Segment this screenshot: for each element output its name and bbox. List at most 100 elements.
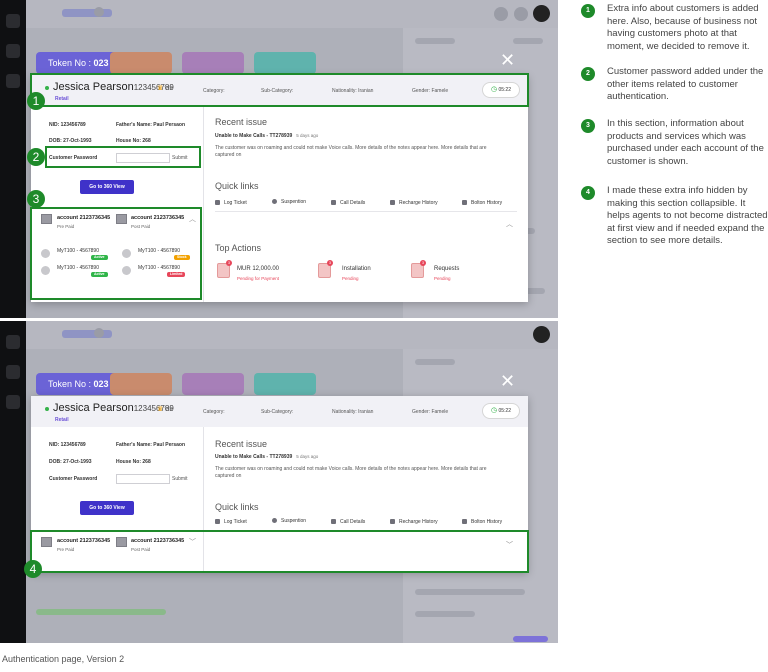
pause-icon xyxy=(272,199,277,204)
nav-icon[interactable] xyxy=(6,14,20,28)
app-header xyxy=(26,0,558,28)
left-nav-bar xyxy=(0,321,26,643)
view-360-button[interactable]: Go to 360 View xyxy=(80,180,134,194)
top-actions-title: Top Actions xyxy=(215,243,262,253)
action-title[interactable]: Requests xyxy=(434,266,459,272)
highlight-box xyxy=(30,73,529,107)
quick-link-bolton-history[interactable]: Bolton History xyxy=(462,519,502,525)
action-title[interactable]: MUR 12,000.00 xyxy=(237,266,279,272)
queue-card[interactable] xyxy=(254,373,316,395)
note-badge: 2 xyxy=(581,67,595,81)
issue-description: The customer was on roaming and could no… xyxy=(215,466,487,479)
bell-icon[interactable] xyxy=(494,7,508,21)
nid-field: NID: 123456789 xyxy=(49,122,86,128)
customer-name: Jessica Pearson123456789 xyxy=(53,402,174,414)
avatar[interactable] xyxy=(533,326,550,343)
note-text: Customer password added under the other … xyxy=(607,66,764,102)
dob-field: DOB: 27-Oct-1993 xyxy=(49,459,92,465)
app-title xyxy=(62,330,112,338)
recent-issue-title: Recent issue xyxy=(215,439,268,449)
sub-category-field: Sub-Category: xyxy=(261,409,294,415)
screenshot-collapsed: Token No : 023 ✕ Jessica Pearson12345678… xyxy=(0,321,558,643)
close-icon[interactable]: ✕ xyxy=(500,52,515,70)
gender-field: Gender: Famele xyxy=(412,409,449,415)
queue-card[interactable] xyxy=(254,52,316,74)
quick-link-suspention[interactable]: Suspention xyxy=(272,199,306,205)
highlight-box xyxy=(30,207,202,300)
quick-link-call-details[interactable]: Call Details xyxy=(331,519,365,525)
ticket-icon xyxy=(215,519,220,524)
crown-icon: ♛ xyxy=(157,406,164,413)
callout-number: 2 xyxy=(27,148,45,166)
action-sub: Pending xyxy=(342,276,359,281)
history-icon xyxy=(462,200,467,205)
house-field: House No: 268 xyxy=(116,138,151,144)
ticket-icon xyxy=(215,200,220,205)
submit-button[interactable]: Submit xyxy=(172,476,188,482)
nav-icon[interactable] xyxy=(6,365,20,379)
app-header xyxy=(26,321,558,349)
category-field: Category: xyxy=(203,409,225,415)
queue-card[interactable] xyxy=(182,52,244,74)
chevron-up-icon[interactable]: ︿ xyxy=(506,219,513,229)
action-sub: Pending xyxy=(434,276,451,281)
view-360-button[interactable]: Go to 360 View xyxy=(80,501,134,515)
password-label: Customer Password xyxy=(49,476,98,482)
note-text: I made these extra info hidden by making… xyxy=(607,185,768,246)
queue-card[interactable] xyxy=(110,373,172,395)
quick-links-title: Quick links xyxy=(215,502,259,512)
close-icon[interactable]: ✕ xyxy=(500,373,515,391)
dob-field: DOB: 27-Oct-1993 xyxy=(49,138,92,144)
quick-link-suspention[interactable]: Suspention xyxy=(272,518,306,524)
count-badge: 3 xyxy=(327,260,333,266)
note-badge: 1 xyxy=(581,4,595,18)
pause-icon xyxy=(272,518,277,523)
call-icon xyxy=(331,200,336,205)
nav-icon[interactable] xyxy=(6,395,20,409)
callout-number: 3 xyxy=(27,190,45,208)
callout-number: 1 xyxy=(27,92,45,110)
screenshot-expanded: Token No : 023 ✕ Jessica Pearson12345678… xyxy=(0,0,558,318)
token-label: Token No : xyxy=(48,58,92,68)
count-badge: 3 xyxy=(420,260,426,266)
online-indicator xyxy=(45,407,49,411)
issue-time: 5 days ago xyxy=(296,454,319,459)
app-title xyxy=(62,9,112,17)
nav-icon[interactable] xyxy=(6,44,20,58)
token-bar: Token No : 023 xyxy=(36,373,118,395)
quick-link-call-details[interactable]: Call Details xyxy=(331,200,365,206)
issue-title[interactable]: Unable to Make Calls - TT278939 5 days ag… xyxy=(215,133,318,139)
left-nav-bar xyxy=(0,0,26,318)
action-sub: Pending for Payment xyxy=(237,276,280,281)
action-title[interactable]: Installation xyxy=(342,266,371,272)
father-name-field: Father's Name: Paul Persaon xyxy=(116,442,185,448)
father-name-field: Father's Name: Paul Persaon xyxy=(116,122,185,128)
quick-link-log-ticket[interactable]: Log Ticket xyxy=(215,519,247,525)
password-input[interactable] xyxy=(116,474,170,484)
settings-icon[interactable] xyxy=(514,7,528,21)
vip-badge: ♛ VIP xyxy=(157,406,173,413)
queue-card[interactable] xyxy=(110,52,172,74)
issue-time: 5 days ago xyxy=(296,133,319,138)
history-icon xyxy=(462,519,467,524)
status-icon xyxy=(94,7,104,17)
queue-card[interactable] xyxy=(182,373,244,395)
quick-link-bolton-history[interactable]: Bolton History xyxy=(462,200,502,206)
quick-link-recharge-history[interactable]: Recharge History xyxy=(390,519,438,525)
highlight-box xyxy=(45,146,201,168)
status-icon xyxy=(94,328,104,338)
highlight-box xyxy=(30,530,529,573)
issue-description: The customer was on roaming and could no… xyxy=(215,145,487,158)
avatar[interactable] xyxy=(533,5,550,22)
note-badge: 3 xyxy=(581,119,595,133)
count-badge: 3 xyxy=(226,260,232,266)
issue-title[interactable]: Unable to Make Calls - TT278939 5 days ag… xyxy=(215,454,318,460)
quick-link-log-ticket[interactable]: Log Ticket xyxy=(215,200,247,206)
segment-label: Retail xyxy=(55,417,69,423)
customer-header: Jessica Pearson123456789 ♛ VIP Retail Ca… xyxy=(31,396,528,427)
token-label: Token No : xyxy=(48,379,92,389)
nav-icon[interactable] xyxy=(6,335,20,349)
quick-link-recharge-history[interactable]: Recharge History xyxy=(390,200,438,206)
quick-links-title: Quick links xyxy=(215,181,259,191)
nav-icon[interactable] xyxy=(6,74,20,88)
